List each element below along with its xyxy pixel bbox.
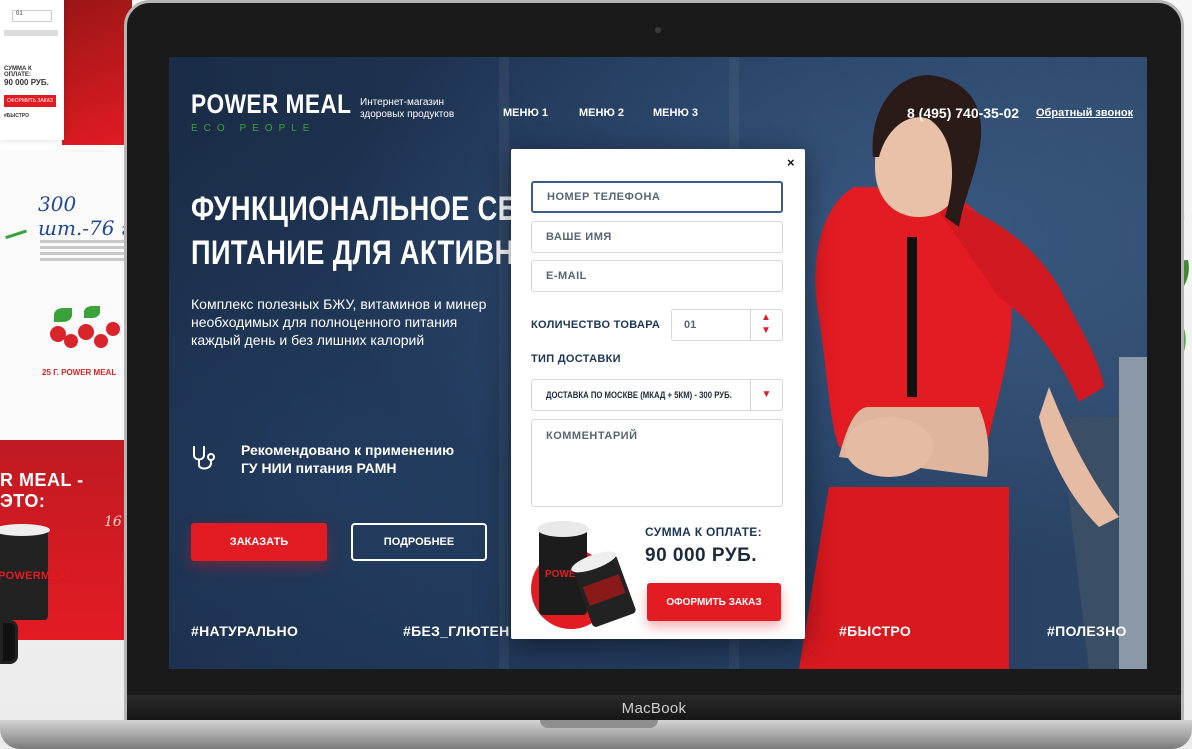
back-page-berries-caption: 25 Г. POWER MEAL [42, 368, 117, 377]
hashtag-gluten-free: #БЕЗ_ГЛЮТЕН [403, 623, 510, 639]
stage: 01 СУММА К ОПЛАТЕ: 90 000 РУБ. ОФОРМИТЬ … [0, 0, 1192, 749]
chevron-up-icon[interactable]: ▲ [761, 313, 771, 323]
back-page-line [4, 30, 58, 36]
laptop-frame: POWER MEAL ECO PEOPLE Интернет-магазин з… [124, 0, 1184, 724]
back-page-order-button: ОФОРМИТЬ ЗАКАЗ [4, 95, 56, 107]
name-field[interactable] [531, 221, 783, 253]
hero-subtext-line2: необходимых для полноценного питания [191, 314, 458, 330]
back-page-jar-cap [0, 524, 50, 536]
hashtag-useful: #ПОЛЕЗНО [1047, 623, 1127, 639]
close-icon[interactable]: × [787, 155, 795, 170]
laptop-brand: MacBook [621, 700, 687, 717]
delivery-label: ТИП ДОСТАВКИ [531, 353, 621, 365]
delivery-select[interactable]: ДОСТАВКА ПО МОСКВЕ (МКАД + 5КМ) - 300 РУ… [531, 379, 783, 411]
hashtag-natural: #НАТУРАЛЬНО [191, 623, 299, 639]
recommendation-line1: Рекомендовано к применению [241, 442, 455, 458]
checkout-button[interactable]: ОФОРМИТЬ ЗАКАЗ [647, 583, 781, 621]
logo[interactable]: POWER MEAL [191, 89, 351, 120]
header-phone[interactable]: 8 (495) 740-35-02 [907, 105, 1019, 121]
menu-item-2[interactable]: МЕНЮ 2 [579, 107, 624, 119]
more-button[interactable]: ПОДРОБНЕЕ [351, 523, 487, 561]
arrow-icon [2, 222, 28, 240]
sum-value: 90 000 РУБ. [645, 545, 758, 566]
comment-field[interactable] [531, 419, 783, 507]
quantity-label: КОЛИЧЕСТВО ТОВАРА [531, 319, 661, 331]
hero-headline-line2: ПИТАНИЕ ДЛЯ АКТИВНЫ [191, 234, 542, 272]
back-page-text-lines [40, 240, 124, 264]
order-modal: × КОЛИЧЕСТВО ТОВАРА 01 ▲ ▼ ТИП ДОСТАВКИ … [511, 149, 805, 639]
back-page-jar-image: POWERMEAL [0, 524, 73, 620]
background-page-mockup: 01 СУММА К ОПЛАТЕ: 90 000 РУБ. ОФОРМИТЬ … [0, 0, 132, 640]
order-button[interactable]: ЗАКАЗАТЬ [191, 523, 327, 561]
back-page-qty: 01 [12, 10, 52, 22]
back-page-red-photo [62, 0, 132, 145]
laptop-screen: POWER MEAL ECO PEOPLE Интернет-магазин з… [169, 57, 1147, 669]
hero-subtext: Комплекс полезных БЖУ, витаминов и минер… [191, 295, 486, 349]
berries-image [44, 306, 124, 358]
camera-icon [655, 27, 661, 33]
hero-headline-line1: ФУНКЦИОНАЛЬНОЕ СБАЛ [191, 190, 557, 228]
back-page-middle: 300 шт.-76 г 25 Г. POWER MEAL [0, 150, 132, 440]
back-page-script-numbers: 300 шт.-76 г [38, 192, 131, 240]
sum-label: СУММА К ОПЛАТЕ: [645, 525, 762, 539]
back-page-tag: #БЫСТРО [4, 113, 29, 119]
logo-subtitle: ECO PEOPLE [191, 123, 316, 134]
back-page-side-number: 16 [104, 514, 122, 530]
chevron-down-icon[interactable]: ▼ [761, 326, 771, 336]
back-page-order-card: 01 СУММА К ОПЛАТЕ: 90 000 РУБ. ОФОРМИТЬ … [0, 0, 64, 140]
back-page-red-section: R MEAL - ЭТО: 16 POWERMEAL [0, 440, 132, 640]
back-page-pay-label: СУММА К ОПЛАТЕ: [4, 66, 32, 78]
hero-subtext-line1: Комплекс полезных БЖУ, витаминов и минер [191, 296, 487, 312]
quantity-stepper[interactable]: 01 ▲ ▼ [671, 309, 783, 341]
callback-link[interactable]: Обратный звонок [1036, 107, 1133, 119]
phone-device-edge [0, 620, 18, 664]
phone-field[interactable] [531, 181, 783, 213]
hero-headline: ФУНКЦИОНАЛЬНОЕ СБАЛ ПИТАНИЕ ДЛЯ АКТИВНЫ [191, 187, 557, 275]
hashtag-fast: #БЫСТРО [839, 623, 912, 639]
hero-subtext-line3: каждый день и без лишних калорий [191, 332, 425, 348]
stethoscope-icon [193, 446, 215, 470]
dropdown-chevron-icon[interactable]: ▼ [750, 380, 782, 410]
email-field[interactable] [531, 260, 783, 292]
athlete-woman-image [799, 75, 1147, 669]
back-page-sum: 90 000 РУБ. [4, 78, 49, 87]
laptop-notch [540, 720, 658, 728]
quantity-arrows: ▲ ▼ [750, 310, 782, 340]
menu-item-3[interactable]: МЕНЮ 3 [653, 107, 698, 119]
menu-item-1[interactable]: МЕНЮ 1 [503, 107, 548, 119]
product-jars-image: POWERMEAL [531, 521, 636, 629]
header-tagline: Интернет-магазин здоровых продуктов [360, 97, 455, 120]
recommendation-text: Рекомендовано к применению ГУ НИИ питани… [241, 441, 454, 477]
delivery-value: ДОСТАВКА ПО МОСКВЕ (МКАД + 5КМ) - 300 РУ… [546, 390, 732, 400]
back-page-jar-label: POWERMEAL [0, 570, 74, 582]
back-page-section-title: R MEAL - ЭТО: [0, 470, 84, 511]
recommendation-line2: ГУ НИИ питания РАМН [241, 460, 397, 476]
quantity-value[interactable]: 01 [684, 319, 696, 331]
